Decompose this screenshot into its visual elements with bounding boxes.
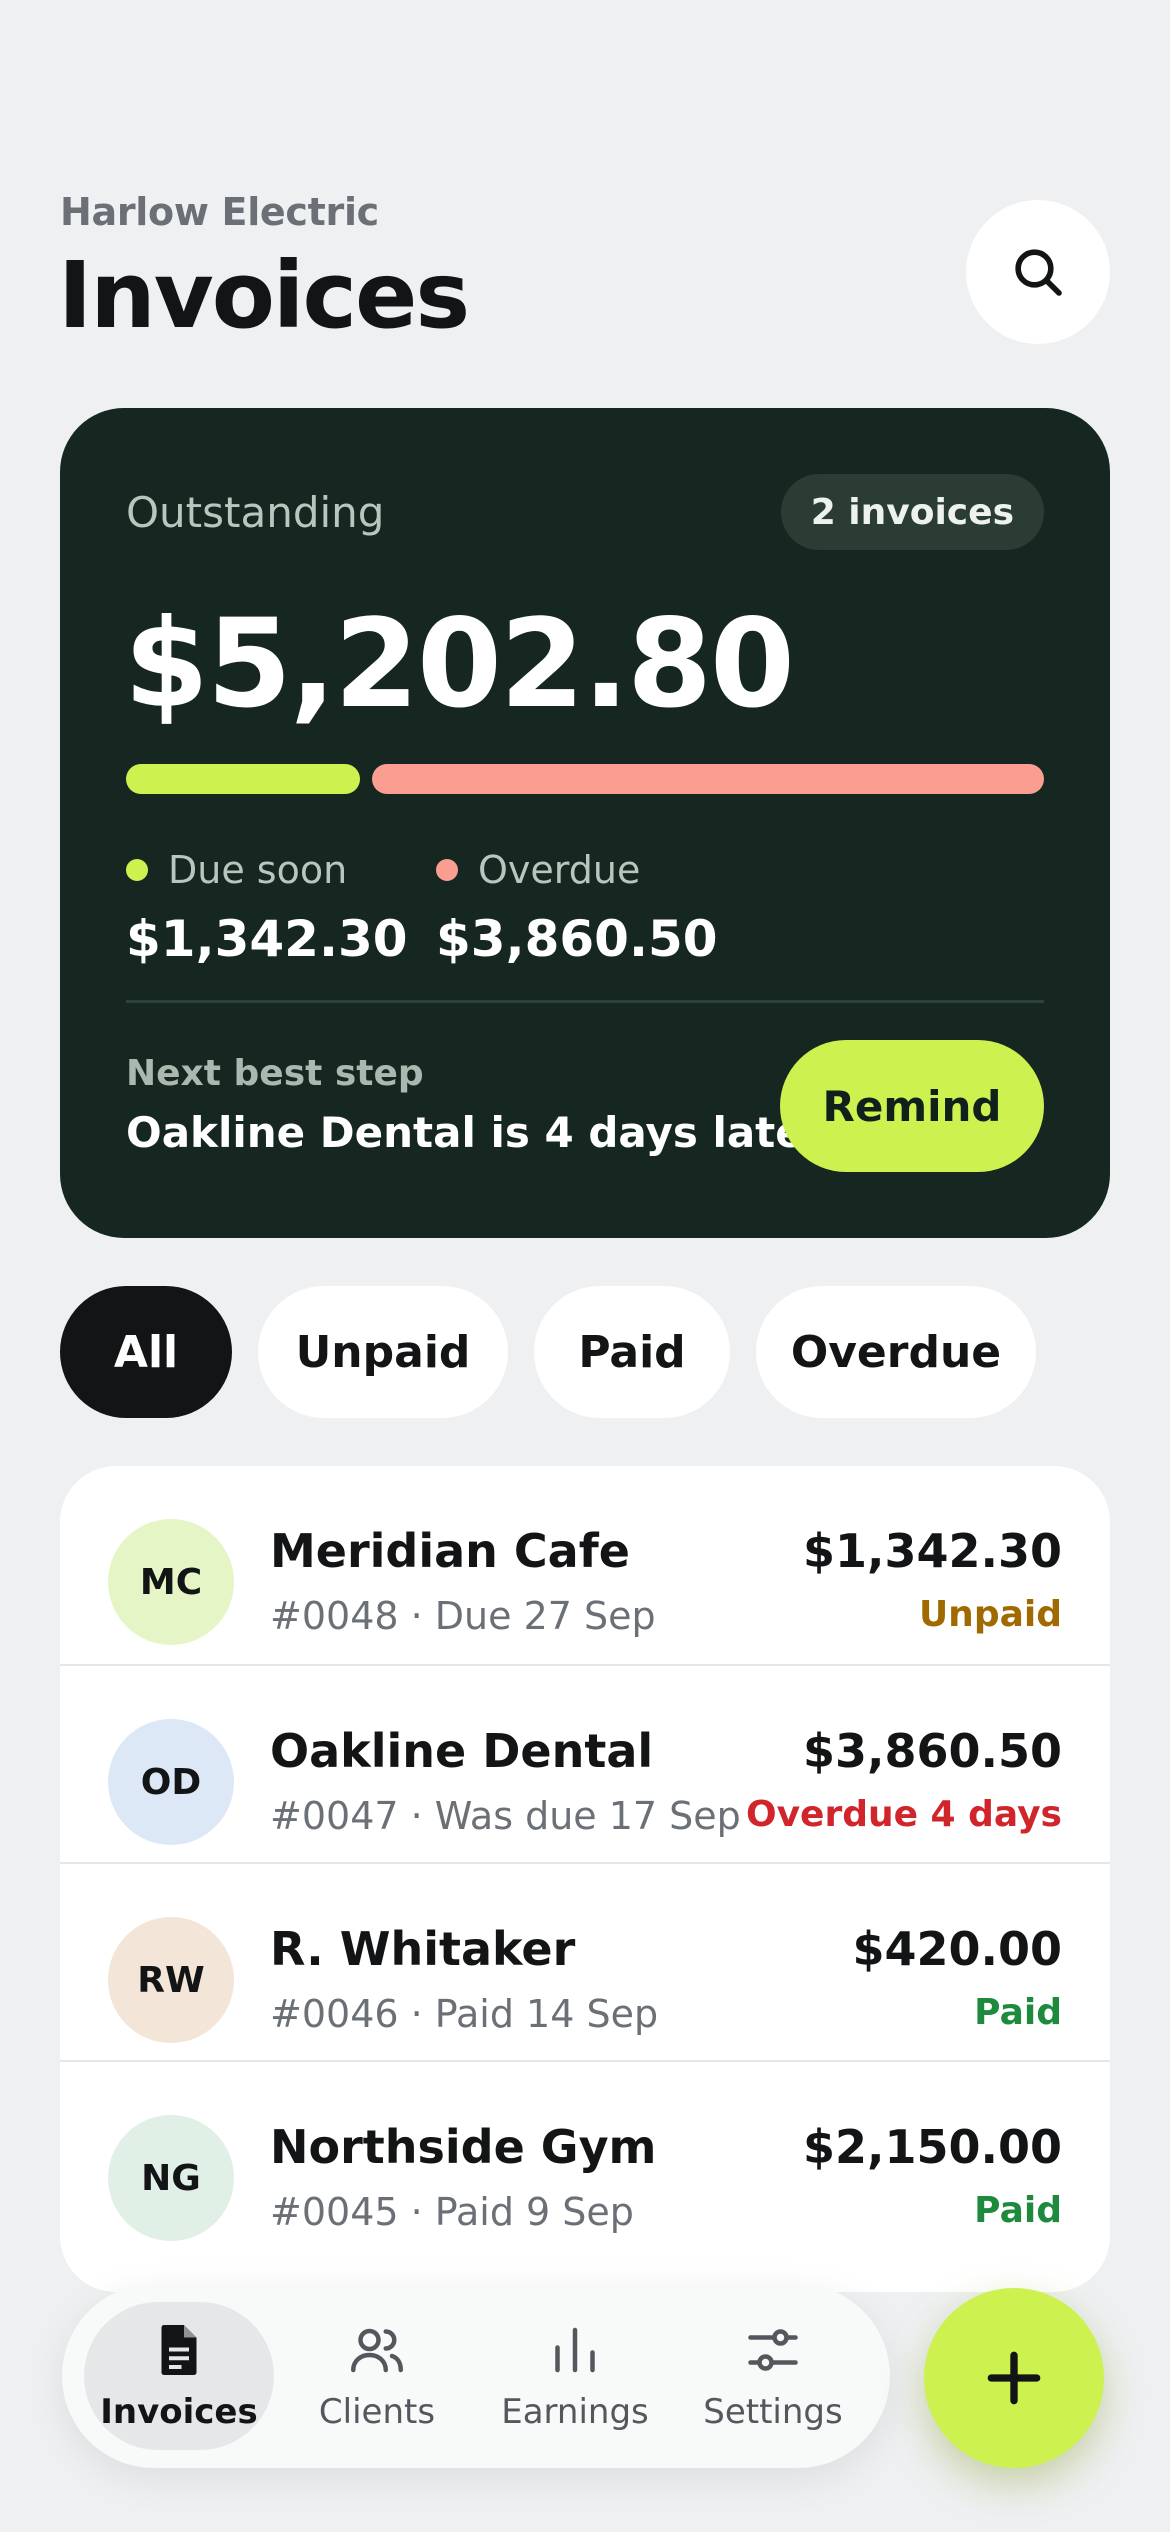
- filter-overdue[interactable]: Overdue: [756, 1286, 1036, 1418]
- search-icon: [1015, 249, 1062, 296]
- invoice-row[interactable]: RW R. Whitaker #0046 · Paid 14 Sep $420.…: [60, 1862, 1110, 2060]
- invoice-status: Unpaid: [918, 1594, 1062, 1635]
- due-soon-label: Due soon: [168, 848, 348, 892]
- invoice-row[interactable]: MC Meridian Cafe #0048 · Due 27 Sep $1,3…: [60, 1466, 1110, 1664]
- invoice-status: Overdue 4 days: [745, 1794, 1062, 1835]
- filter-unpaid[interactable]: Unpaid: [258, 1286, 508, 1418]
- card-divider: [126, 1000, 1044, 1003]
- new-invoice-button[interactable]: [924, 2288, 1104, 2468]
- client-name: Northside Gym: [270, 2120, 657, 2174]
- overdue-label: Overdue: [478, 848, 641, 892]
- nav-settings[interactable]: Settings: [678, 2302, 868, 2450]
- filter-chips: All Unpaid Paid Overdue: [60, 1286, 1036, 1418]
- invoice-count-badge: 2 invoices: [780, 474, 1044, 550]
- due-soon-bar-segment: [126, 764, 360, 794]
- invoice-meta: #0048 · Due 27 Sep: [270, 1594, 656, 1638]
- invoice-meta: #0047 · Was due 17 Sep: [270, 1794, 741, 1838]
- filter-paid[interactable]: Paid: [534, 1286, 730, 1418]
- invoice-status: Paid: [974, 1992, 1062, 2033]
- overdue-dot: [436, 859, 458, 881]
- next-step-label: Next best step: [126, 1053, 424, 1094]
- due-soon-legend: Due soon $1,342.30: [126, 848, 408, 968]
- users-icon: [351, 2328, 403, 2373]
- client-name: Meridian Cafe: [270, 1524, 630, 1578]
- nav-label: Invoices: [100, 2392, 258, 2432]
- client-avatar: RW: [108, 1917, 234, 2043]
- overdue-bar-segment: [372, 764, 1044, 794]
- page-header: Harlow Electric Invoices: [58, 190, 1110, 360]
- nav-earnings[interactable]: Earnings: [480, 2302, 670, 2450]
- nav-invoices[interactable]: Invoices: [84, 2302, 274, 2450]
- client-name: R. Whitaker: [270, 1922, 576, 1976]
- sliders-icon: [748, 2329, 798, 2371]
- invoice-status: Paid: [974, 2190, 1062, 2231]
- client-avatar: NG: [108, 2115, 234, 2241]
- overdue-legend: Overdue $3,860.50: [436, 848, 718, 968]
- remind-button[interactable]: Remind: [780, 1040, 1044, 1172]
- outstanding-card: Outstanding 2 invoices $5,202.80 Due soo…: [60, 408, 1110, 1238]
- next-step-text: Oakline Dental is 4 days late: [126, 1108, 804, 1157]
- nav-clients[interactable]: Clients: [282, 2302, 472, 2450]
- invoice-meta: #0045 · Paid 9 Sep: [270, 2190, 634, 2234]
- filter-all[interactable]: All: [60, 1286, 232, 1418]
- overdue-value: $3,860.50: [436, 910, 718, 968]
- client-avatar: MC: [108, 1519, 234, 1645]
- outstanding-amount: $5,202.80: [124, 593, 795, 735]
- due-soon-value: $1,342.30: [126, 910, 408, 968]
- invoice-amount: $3,860.50: [803, 1724, 1062, 1778]
- invoice-list: MC Meridian Cafe #0048 · Due 27 Sep $1,3…: [60, 1466, 1110, 2292]
- invoice-meta: #0046 · Paid 14 Sep: [270, 1992, 659, 2036]
- invoice-row[interactable]: NG Northside Gym #0045 · Paid 9 Sep $2,1…: [60, 2060, 1110, 2258]
- page-title: Invoices: [58, 242, 470, 349]
- nav-label: Clients: [318, 2392, 436, 2432]
- bottom-nav: Invoices Clients Earnings Settings: [62, 2284, 890, 2468]
- outstanding-breakdown-bar: [126, 764, 1044, 794]
- client-avatar: OD: [108, 1719, 234, 1845]
- company-name: Harlow Electric: [60, 190, 379, 234]
- due-soon-dot: [126, 859, 148, 881]
- bar-chart-icon: [555, 2327, 595, 2373]
- plus-icon: [987, 2351, 1041, 2405]
- invoice-row[interactable]: OD Oakline Dental #0047 · Was due 17 Sep…: [60, 1664, 1110, 1862]
- nav-label: Earnings: [501, 2392, 649, 2432]
- client-name: Oakline Dental: [270, 1724, 654, 1778]
- invoice-amount: $2,150.00: [803, 2120, 1062, 2174]
- invoice-icon: [161, 2325, 197, 2375]
- outstanding-label: Outstanding: [126, 488, 385, 537]
- nav-label: Settings: [703, 2392, 843, 2432]
- invoice-amount: $420.00: [852, 1922, 1062, 1976]
- invoice-amount: $1,342.30: [803, 1524, 1062, 1578]
- search-button[interactable]: [966, 200, 1110, 344]
